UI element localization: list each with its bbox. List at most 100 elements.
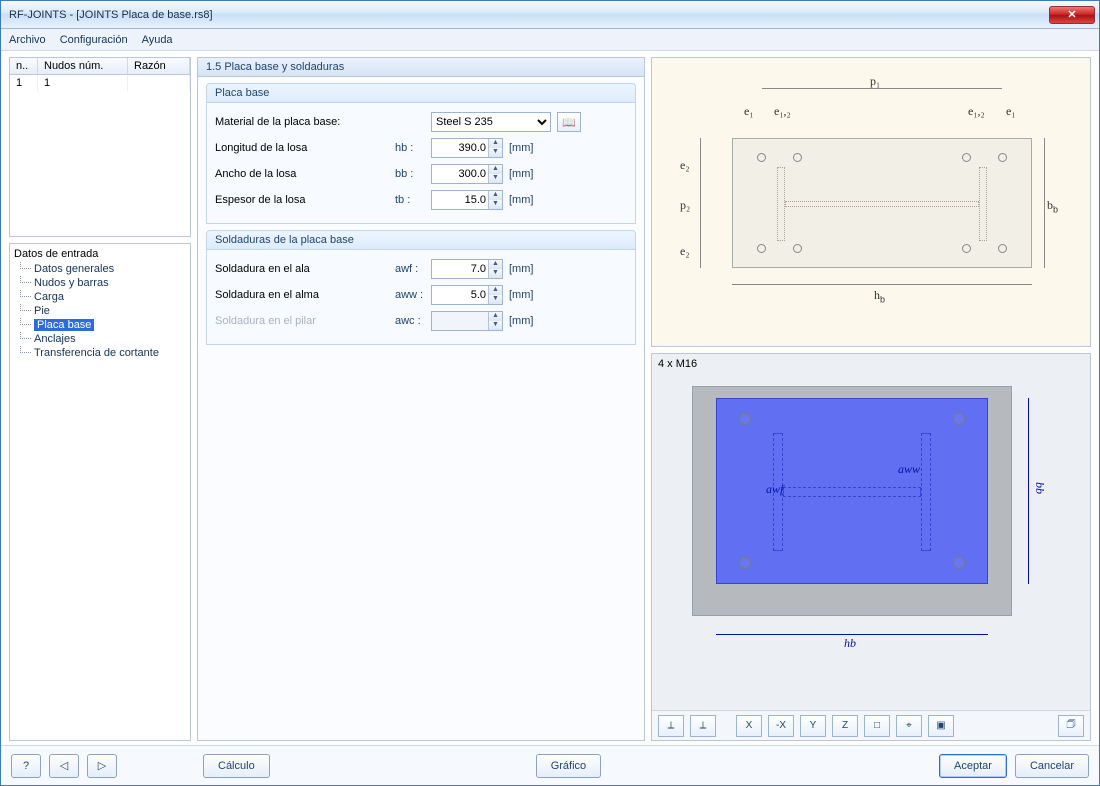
material-label: Material de la placa base: bbox=[215, 116, 395, 128]
material-library-button[interactable]: 📖 bbox=[557, 112, 581, 132]
dim-bb: bb bbox=[1047, 198, 1058, 214]
schematic-plate bbox=[732, 138, 1032, 268]
view-z-button[interactable]: Z bbox=[832, 715, 858, 737]
dimline-bb bbox=[1044, 138, 1045, 268]
hb-up[interactable]: ▲ bbox=[488, 139, 502, 148]
tb-down[interactable]: ▼ bbox=[488, 200, 502, 209]
dim-p1: p₁ bbox=[870, 74, 880, 89]
dim-e12-r: e₁,₂ bbox=[968, 104, 985, 119]
sym-aww: aww : bbox=[395, 289, 431, 301]
view-y-button[interactable]: Y bbox=[800, 715, 826, 737]
sym-awc: awc : bbox=[395, 315, 431, 327]
schematic-diagram: p₁ e₁ e₁,₂ e₁,₂ e₁ e₂ p₂ e₂ bb hb bbox=[651, 57, 1091, 347]
sym-bb: bb : bbox=[395, 168, 431, 180]
sym-tb: tb : bbox=[395, 194, 431, 206]
label-aww: Soldadura en el alma bbox=[215, 289, 395, 301]
aww-up[interactable]: ▲ bbox=[488, 286, 502, 295]
view-mx-button[interactable]: -X bbox=[768, 715, 794, 737]
plate-3d-top bbox=[716, 398, 988, 584]
nav-tree[interactable]: Datos de entrada Datos generales Nudos y… bbox=[9, 243, 191, 741]
preview-toolbar: ⟂ ⟂ X -X Y Z □ ⌖ ▣ 🗇 bbox=[652, 710, 1090, 740]
unit-tb: [mm] bbox=[509, 194, 533, 206]
tree-anclajes[interactable]: Anclajes bbox=[20, 332, 186, 346]
label-awc: Soldadura en el pilar bbox=[215, 315, 395, 327]
dim-hb-prev: hb bbox=[844, 636, 856, 651]
grid-head-razon[interactable]: Razón bbox=[128, 58, 190, 74]
dim-e12: e₁,₂ bbox=[774, 104, 791, 119]
print-button[interactable]: 🗇 bbox=[1058, 715, 1084, 737]
anno-aww: aww bbox=[898, 462, 920, 477]
tree-carga[interactable]: Carga bbox=[20, 290, 186, 304]
nav-prev-button[interactable]: ◁ bbox=[49, 754, 79, 778]
bolt-hole bbox=[793, 244, 802, 253]
label-bb: Ancho de la losa bbox=[215, 168, 395, 180]
bb-up[interactable]: ▲ bbox=[488, 165, 502, 174]
material-combo[interactable]: Steel S 235 bbox=[431, 112, 551, 132]
app-window: RF-JOINTS - [JOINTS Placa de base.rs8] ✕… bbox=[0, 0, 1100, 786]
tree-nudos-barras[interactable]: Nudos y barras bbox=[20, 276, 186, 290]
unit-aww: [mm] bbox=[509, 289, 533, 301]
unit-bb: [mm] bbox=[509, 168, 533, 180]
awc-down: ▼ bbox=[488, 321, 502, 330]
view-copy-button[interactable]: ▣ bbox=[928, 715, 954, 737]
view-btn-2[interactable]: ⟂ bbox=[690, 715, 716, 737]
preview-canvas[interactable]: 4 x M16 awf aww hb bbox=[652, 354, 1090, 710]
menu-archivo[interactable]: Archivo bbox=[9, 34, 46, 46]
cancelar-button[interactable]: Cancelar bbox=[1015, 754, 1089, 778]
bolt-icon bbox=[953, 557, 965, 569]
grid-head-n[interactable]: n.. bbox=[10, 58, 38, 74]
bolt-hole bbox=[962, 153, 971, 162]
group-placa-base: Placa base Material de la placa base: St… bbox=[206, 83, 636, 224]
grid-head-nudos[interactable]: Nudos núm. bbox=[38, 58, 128, 74]
close-button[interactable]: ✕ bbox=[1049, 6, 1095, 24]
dim-e1: e₁ bbox=[744, 104, 754, 119]
main-area: n.. Nudos núm. Razón 1 1 Datos de entrad… bbox=[1, 51, 1099, 745]
aww-down[interactable]: ▼ bbox=[488, 295, 502, 304]
grid-cell-nudos: 1 bbox=[38, 75, 128, 91]
grafico-button[interactable]: Gráfico bbox=[536, 754, 601, 778]
aceptar-button[interactable]: Aceptar bbox=[939, 754, 1007, 778]
sym-awf: awf : bbox=[395, 263, 431, 275]
flange-dash bbox=[921, 433, 931, 551]
tree-placa-base[interactable]: Placa base bbox=[20, 318, 186, 332]
tb-up[interactable]: ▲ bbox=[488, 191, 502, 200]
bolt-hole bbox=[757, 153, 766, 162]
calculo-button[interactable]: Cálculo bbox=[203, 754, 270, 778]
anno-awf: awf bbox=[766, 482, 783, 497]
view-btn-1[interactable]: ⟂ bbox=[658, 715, 684, 737]
dimline-hb-prev bbox=[716, 634, 988, 635]
tree-datos-generales[interactable]: Datos generales bbox=[20, 262, 186, 276]
awf-down[interactable]: ▼ bbox=[488, 269, 502, 278]
grid-header: n.. Nudos núm. Razón bbox=[10, 58, 190, 75]
tree-root[interactable]: Datos de entrada bbox=[14, 248, 186, 260]
tree-transferencia[interactable]: Transferencia de cortante bbox=[20, 346, 186, 360]
view-zoom-button[interactable]: ⌖ bbox=[896, 715, 922, 737]
bolt-hole bbox=[793, 153, 802, 162]
awf-up[interactable]: ▲ bbox=[488, 260, 502, 269]
bb-down[interactable]: ▼ bbox=[488, 174, 502, 183]
bolt-hole bbox=[998, 153, 1007, 162]
dim-e2-b: e₂ bbox=[680, 244, 690, 259]
dim-e2: e₂ bbox=[680, 158, 690, 173]
panel-title: 1.5 Placa base y soldaduras bbox=[198, 58, 644, 77]
grid-row-1[interactable]: 1 1 bbox=[10, 75, 190, 91]
dimline-left bbox=[700, 138, 701, 268]
label-hb: Longitud de la losa bbox=[215, 142, 395, 154]
view-x-button[interactable]: X bbox=[736, 715, 762, 737]
view-iso-button[interactable]: □ bbox=[864, 715, 890, 737]
bolt-hole bbox=[998, 244, 1007, 253]
top-grid[interactable]: n.. Nudos núm. Razón 1 1 bbox=[9, 57, 191, 237]
center-panel: 1.5 Placa base y soldaduras Placa base M… bbox=[197, 57, 645, 741]
hb-down[interactable]: ▼ bbox=[488, 148, 502, 157]
tree-pie[interactable]: Pie bbox=[20, 304, 186, 318]
nav-next-button[interactable]: ▷ bbox=[87, 754, 117, 778]
menu-ayuda[interactable]: Ayuda bbox=[142, 34, 173, 46]
menu-configuracion[interactable]: Configuración bbox=[60, 34, 128, 46]
help-button[interactable]: ? bbox=[11, 754, 41, 778]
unit-awf: [mm] bbox=[509, 263, 533, 275]
bolt-hole bbox=[757, 244, 766, 253]
web-dash bbox=[783, 487, 921, 497]
right-column: p₁ e₁ e₁,₂ e₁,₂ e₁ e₂ p₂ e₂ bb hb 4 x M1… bbox=[651, 57, 1091, 741]
left-column: n.. Nudos núm. Razón 1 1 Datos de entrad… bbox=[9, 57, 191, 741]
bolt-icon bbox=[953, 413, 965, 425]
